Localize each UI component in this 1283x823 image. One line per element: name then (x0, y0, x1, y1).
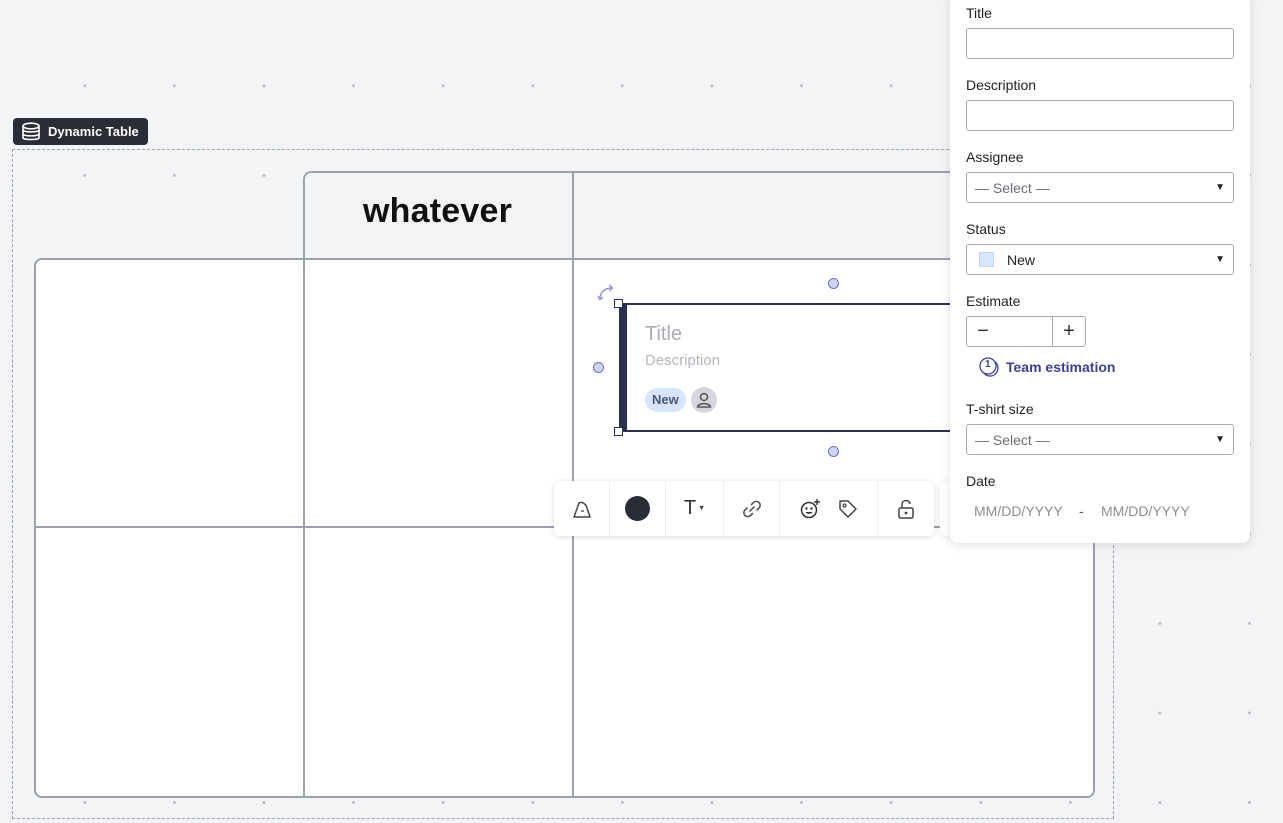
estimate-label: Estimate (966, 293, 1021, 309)
date-separator: - (1079, 503, 1084, 519)
end-date-input[interactable]: MM/DD/YYYY (1101, 503, 1190, 519)
reaction-icon[interactable] (799, 498, 821, 520)
link-button[interactable] (724, 481, 780, 536)
resize-handle-bottom-left[interactable] (614, 427, 623, 436)
connector-handle-top[interactable] (828, 278, 839, 289)
card-assignee-avatar[interactable] (691, 387, 717, 413)
tshirt-size-select-value: — Select — (975, 431, 1050, 448)
tshirt-size-label: T-shirt size (966, 401, 1034, 417)
table-cell[interactable] (572, 526, 1095, 798)
chevron-down-icon: ▼ (698, 505, 706, 512)
table-header-cell[interactable] (572, 171, 972, 261)
caret-down-icon: ▼ (1215, 182, 1225, 193)
card-title[interactable]: Title (645, 323, 682, 346)
team-estimation-icon: 1 (979, 357, 1000, 377)
text-format-button[interactable]: T ▼ (666, 481, 724, 536)
description-input[interactable] (966, 100, 1234, 131)
description-label: Description (966, 77, 1037, 93)
lock-icon (896, 498, 916, 520)
assignee-select-value: — Select — (975, 179, 1050, 196)
title-input[interactable] (966, 28, 1234, 59)
plus-icon: + (1063, 320, 1075, 342)
resize-handle-top-left[interactable] (614, 299, 623, 308)
caret-down-icon: ▼ (1215, 254, 1225, 265)
shape-icon (571, 498, 593, 520)
team-estimation-link[interactable]: 1 Team estimation (979, 357, 1115, 377)
dynamic-table-label[interactable]: Dynamic Table (13, 118, 148, 145)
context-toolbar: T ▼ (554, 481, 934, 536)
start-date-input[interactable]: MM/DD/YYYY (974, 503, 1063, 519)
status-select-value: New (1007, 251, 1036, 268)
connector-handle-left[interactable] (593, 362, 604, 373)
card-description[interactable]: Description (645, 352, 720, 369)
status-label: Status (966, 221, 1006, 237)
estimate-input[interactable] (999, 316, 1053, 347)
database-icon (20, 121, 42, 142)
team-estimation-text: Team estimation (1006, 359, 1116, 375)
estimate-decrement-button[interactable]: − (966, 316, 1000, 347)
shape-style-button[interactable] (554, 481, 610, 536)
reaction-and-tag-group (780, 481, 878, 536)
color-button[interactable] (610, 481, 666, 536)
card-status-badge[interactable]: New (645, 388, 686, 412)
table-cell[interactable] (303, 258, 575, 529)
lock-button[interactable] (878, 481, 934, 536)
tag-icon[interactable] (837, 498, 859, 520)
connector-handle-bottom[interactable] (828, 446, 839, 457)
table-cell[interactable] (34, 526, 306, 798)
user-icon (695, 391, 713, 409)
link-icon (741, 498, 763, 520)
table-cell[interactable] (34, 258, 306, 529)
text-format-icon: T ▼ (683, 497, 706, 519)
color-icon (625, 496, 650, 521)
dynamic-table-title: Dynamic Table (48, 124, 139, 139)
assignee-label: Assignee (966, 149, 1024, 165)
table-cell[interactable] (303, 526, 575, 798)
date-label: Date (966, 473, 996, 489)
minus-icon: − (977, 320, 989, 342)
tshirt-size-select[interactable]: — Select — ▼ (966, 424, 1234, 455)
table-header-text[interactable]: whatever (363, 192, 512, 231)
title-label: Title (966, 5, 992, 21)
caret-down-icon: ▼ (1215, 434, 1225, 445)
assignee-select[interactable]: — Select — ▼ (966, 172, 1234, 203)
status-color-swatch (979, 252, 994, 267)
estimate-increment-button[interactable]: + (1052, 316, 1086, 347)
status-select[interactable]: New ▼ (966, 244, 1234, 275)
